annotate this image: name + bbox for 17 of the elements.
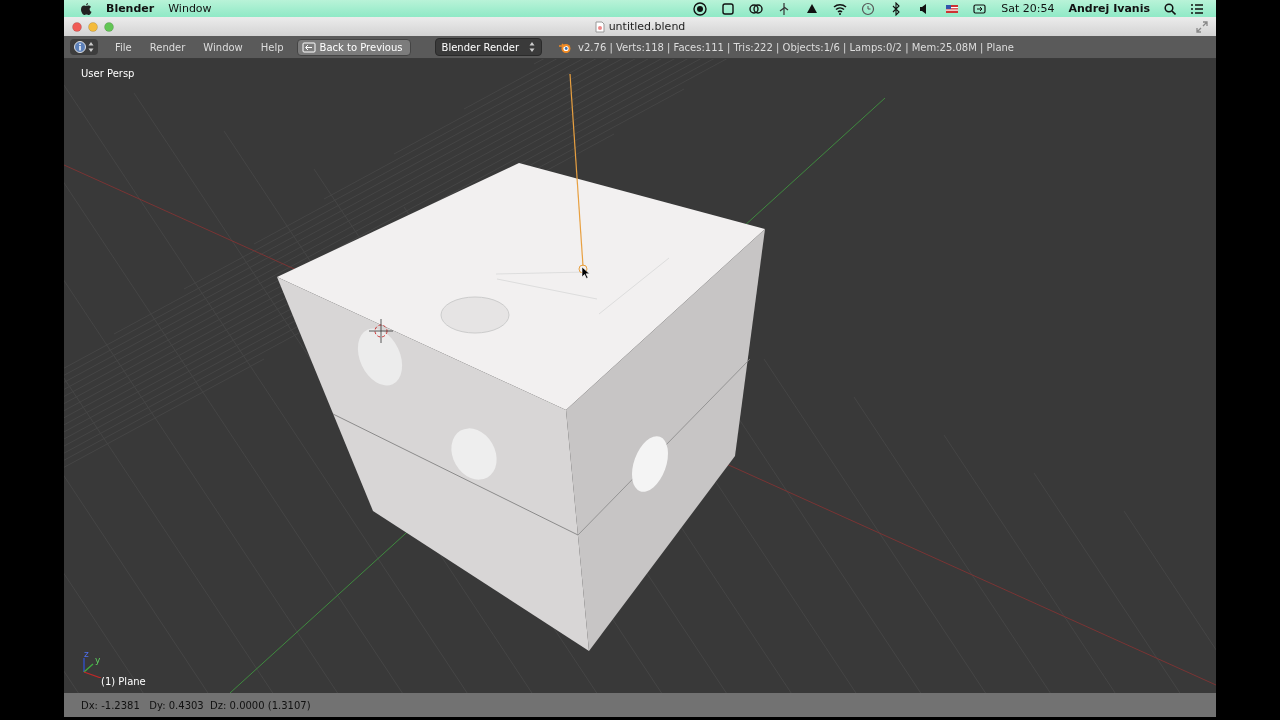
- app-menu[interactable]: Blender: [106, 2, 155, 15]
- scene-statistics: v2.76 | Verts:118 | Faces:111 | Tris:222 | Objects:1/6 | Lamps:0/2 | Mem:25.08M | Plane: [578, 41, 1014, 53]
- menu-item[interactable]: Help: [251, 41, 293, 53]
- back-to-previous-button[interactable]: Back to Previous: [296, 38, 411, 56]
- active-object-label: (1) Plane: [101, 676, 146, 687]
- clock-text[interactable]: Sat 20:54: [1001, 2, 1055, 15]
- transform-readout: Dx: -1.2381 Dy: 0.4303 Dz: 0.0000 (1.3107): [81, 699, 311, 711]
- window-title: untitled.blend: [608, 20, 686, 33]
- user-name[interactable]: Andrej Ivanis: [1068, 2, 1150, 15]
- axis-label: y: [95, 656, 101, 665]
- menu-item[interactable]: File: [106, 41, 141, 53]
- axis-label: z: [84, 650, 89, 659]
- menu-item[interactable]: Window: [168, 2, 212, 15]
- render-engine-dropdown[interactable]: Blender Render: [434, 38, 543, 56]
- menu-item[interactable]: Render: [140, 41, 195, 53]
- view-label: User Persp: [81, 68, 135, 79]
- menu-item[interactable]: Window: [194, 41, 252, 53]
